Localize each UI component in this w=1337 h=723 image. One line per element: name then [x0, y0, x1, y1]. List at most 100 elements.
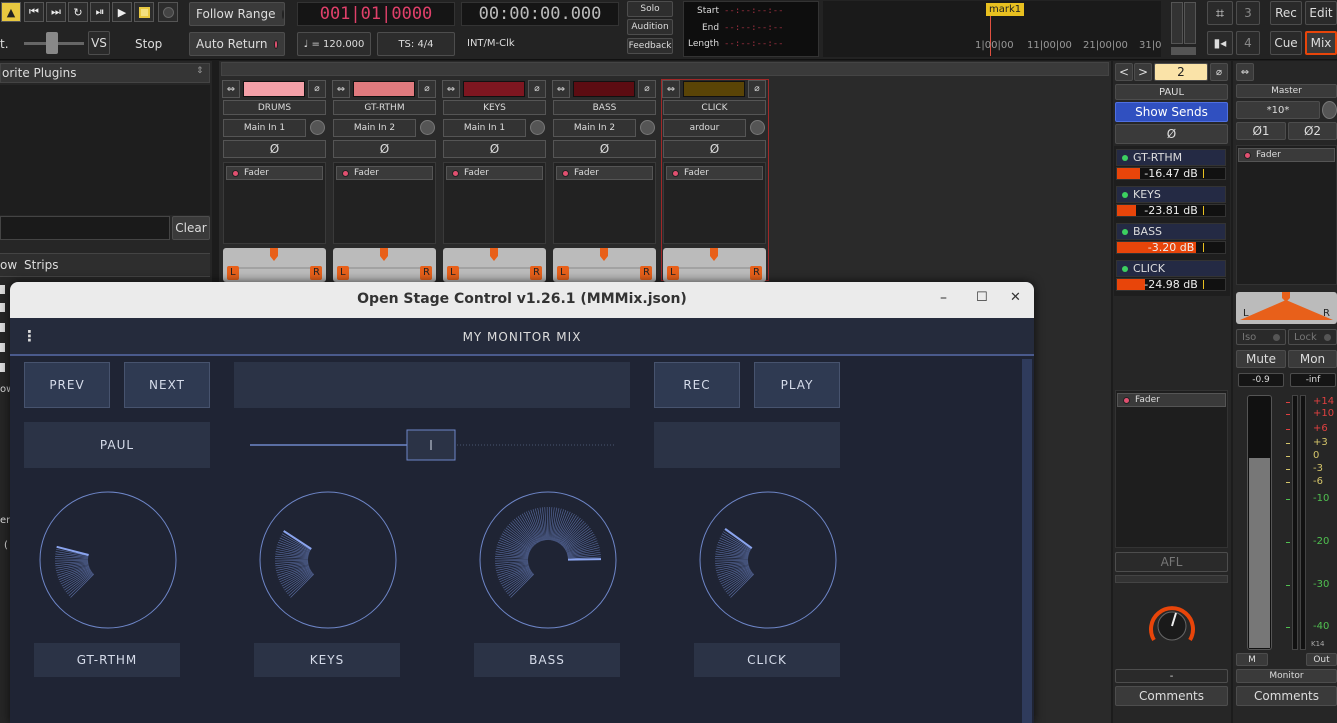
mix-window-button[interactable]: Mix [1305, 31, 1337, 55]
strip-phase-button[interactable]: Ø [223, 140, 326, 158]
foldback-fader-processor[interactable]: Fader [1117, 393, 1226, 407]
master-lock-button[interactable]: Lock [1288, 329, 1337, 345]
master-mute-button[interactable]: Mute [1236, 350, 1286, 368]
strip-color-swatch[interactable] [243, 81, 305, 97]
master-peak-display[interactable]: -inf [1290, 373, 1336, 387]
cue-window-button[interactable]: Cue [1270, 31, 1302, 55]
foldback-name[interactable]: PAUL [1115, 84, 1228, 100]
video-icon[interactable]: ▮◂ [1207, 31, 1233, 55]
strip-panner[interactable]: LR [553, 248, 656, 282]
strip-name-button[interactable]: GT-RTHM [333, 100, 436, 115]
master-gain-display[interactable]: -0.9 [1238, 373, 1284, 387]
master-trim-knob[interactable] [1322, 101, 1337, 119]
clear-button[interactable]: Clear [172, 216, 210, 240]
strip-width-button[interactable]: ⇔ [222, 80, 240, 98]
strip-width-button[interactable]: ⇔ [552, 80, 570, 98]
timecode-clock[interactable]: 00:00:00.000 [461, 2, 619, 26]
layout-3-button[interactable]: 3 [1236, 1, 1260, 25]
rec-window-button[interactable]: Rec [1270, 1, 1302, 25]
strip-panner[interactable]: LR [223, 248, 326, 282]
strip-phase-button[interactable]: Ø [663, 140, 766, 158]
foldback-number[interactable]: 2 [1154, 63, 1208, 81]
strip-fader-processor[interactable]: Fader [556, 166, 653, 180]
monitor-button[interactable]: Monitor [1236, 669, 1337, 683]
mix-knob[interactable] [38, 490, 178, 630]
foldback-send[interactable]: CLICK -24.98 dB [1116, 260, 1226, 293]
play-button[interactable]: PLAY [754, 362, 840, 408]
favorites-search[interactable] [0, 216, 170, 240]
length-clock[interactable]: --:--:--:-- [724, 39, 784, 49]
foldback-prev-button[interactable]: < [1115, 63, 1133, 81]
user-button[interactable]: PAUL [24, 422, 210, 468]
strip-fader-processor[interactable]: Fader [446, 166, 543, 180]
master-fader-processor[interactable]: Fader [1238, 148, 1335, 162]
edit-window-button[interactable]: Edit [1305, 1, 1337, 25]
strip-input-button[interactable]: ardour [663, 119, 746, 137]
send-level-bar[interactable]: -16.47 dB [1116, 167, 1226, 180]
master-mon-button[interactable]: Mon [1288, 350, 1337, 368]
strip-hide-icon[interactable]: ⌀ [638, 80, 656, 98]
strip-name-button[interactable]: CLICK [663, 100, 766, 115]
strip-fader-processor[interactable]: Fader [226, 166, 323, 180]
layout-4-button[interactable]: 4 [1236, 31, 1260, 55]
favorites-list[interactable] [0, 85, 210, 215]
strip-input-button[interactable]: Main In 2 [333, 119, 416, 137]
goto-start-icon[interactable]: ⏮ [24, 2, 44, 22]
foldback-send[interactable]: KEYS -23.81 dB [1116, 186, 1226, 219]
strips-scrollbar[interactable] [221, 62, 1109, 76]
master-m-button[interactable]: M [1236, 653, 1268, 666]
foldback-send[interactable]: GT-RTHM -16.47 dB [1116, 149, 1226, 182]
send-led[interactable] [1122, 192, 1128, 198]
master-volume-slider[interactable] [240, 422, 624, 468]
master-input-button[interactable]: *10* [1236, 101, 1320, 119]
strip-checkbox-5[interactable] [0, 363, 5, 372]
follow-range-button[interactable]: Follow Range [189, 2, 285, 26]
strip-input-button[interactable]: Main In 2 [553, 119, 636, 137]
strip-hide-icon[interactable]: ⌀ [418, 80, 436, 98]
strip-panner[interactable]: LR [443, 248, 546, 282]
strip-checkbox-2[interactable] [0, 303, 5, 312]
mix-knob[interactable] [698, 490, 838, 630]
strip-name-button[interactable]: DRUMS [223, 100, 326, 115]
strip-trim-knob[interactable] [640, 120, 655, 135]
auto-return-button[interactable]: Auto Return [189, 32, 285, 56]
marker-flag[interactable]: mark1 [986, 3, 1025, 16]
strip-checkbox-4[interactable] [0, 343, 5, 352]
strip-name-button[interactable]: BASS [553, 100, 656, 115]
play-range-icon[interactable]: ⏯ [90, 2, 110, 22]
strip-color-swatch[interactable] [463, 81, 525, 97]
start-clock[interactable]: --:--:--:-- [724, 6, 784, 16]
strip-fader-processor[interactable]: Fader [336, 166, 433, 180]
strip-panner[interactable]: LR [663, 248, 766, 282]
foldback-comments-button[interactable]: Comments [1115, 686, 1228, 706]
shuttle-slider-handle[interactable] [46, 32, 58, 54]
bbt-clock[interactable]: 001|01|0000 [297, 2, 455, 26]
strip-color-swatch[interactable] [353, 81, 415, 97]
send-level-bar[interactable]: -24.98 dB [1116, 278, 1226, 291]
mix-knob[interactable] [258, 490, 398, 630]
strip-width-button[interactable]: ⇔ [332, 80, 350, 98]
master-phase-1[interactable]: Ø1 [1236, 122, 1286, 140]
strip-phase-button[interactable]: Ø [443, 140, 546, 158]
show-sends-button[interactable]: Show Sends [1115, 102, 1228, 122]
master-phase-2[interactable]: Ø2 [1288, 122, 1337, 140]
foldback-send[interactable]: BASS -3.20 dB [1116, 223, 1226, 256]
zoom-slider-1[interactable] [1171, 2, 1183, 44]
afl-button[interactable]: AFL [1115, 552, 1228, 572]
strip-trim-knob[interactable] [420, 120, 435, 135]
master-comments-button[interactable]: Comments [1236, 686, 1337, 706]
stop-icon[interactable] [134, 2, 154, 22]
goto-end-icon[interactable]: ⏭ [46, 2, 66, 22]
mix-knob[interactable] [478, 490, 618, 630]
strip-hide-icon[interactable]: ⌀ [748, 80, 766, 98]
strip-name-button[interactable]: KEYS [443, 100, 546, 115]
tab-strips[interactable]: Strips [24, 258, 58, 272]
vs-button[interactable]: VS [88, 31, 110, 55]
strip-color-swatch[interactable] [573, 81, 635, 97]
send-level-bar[interactable]: -23.81 dB [1116, 204, 1226, 217]
strip-checkbox-3[interactable] [0, 323, 5, 332]
strip-trim-knob[interactable] [750, 120, 765, 135]
strip-color-swatch[interactable] [683, 81, 745, 97]
foldback-processor-box[interactable] [1115, 390, 1228, 548]
osc-scrollbar[interactable] [1022, 359, 1032, 723]
